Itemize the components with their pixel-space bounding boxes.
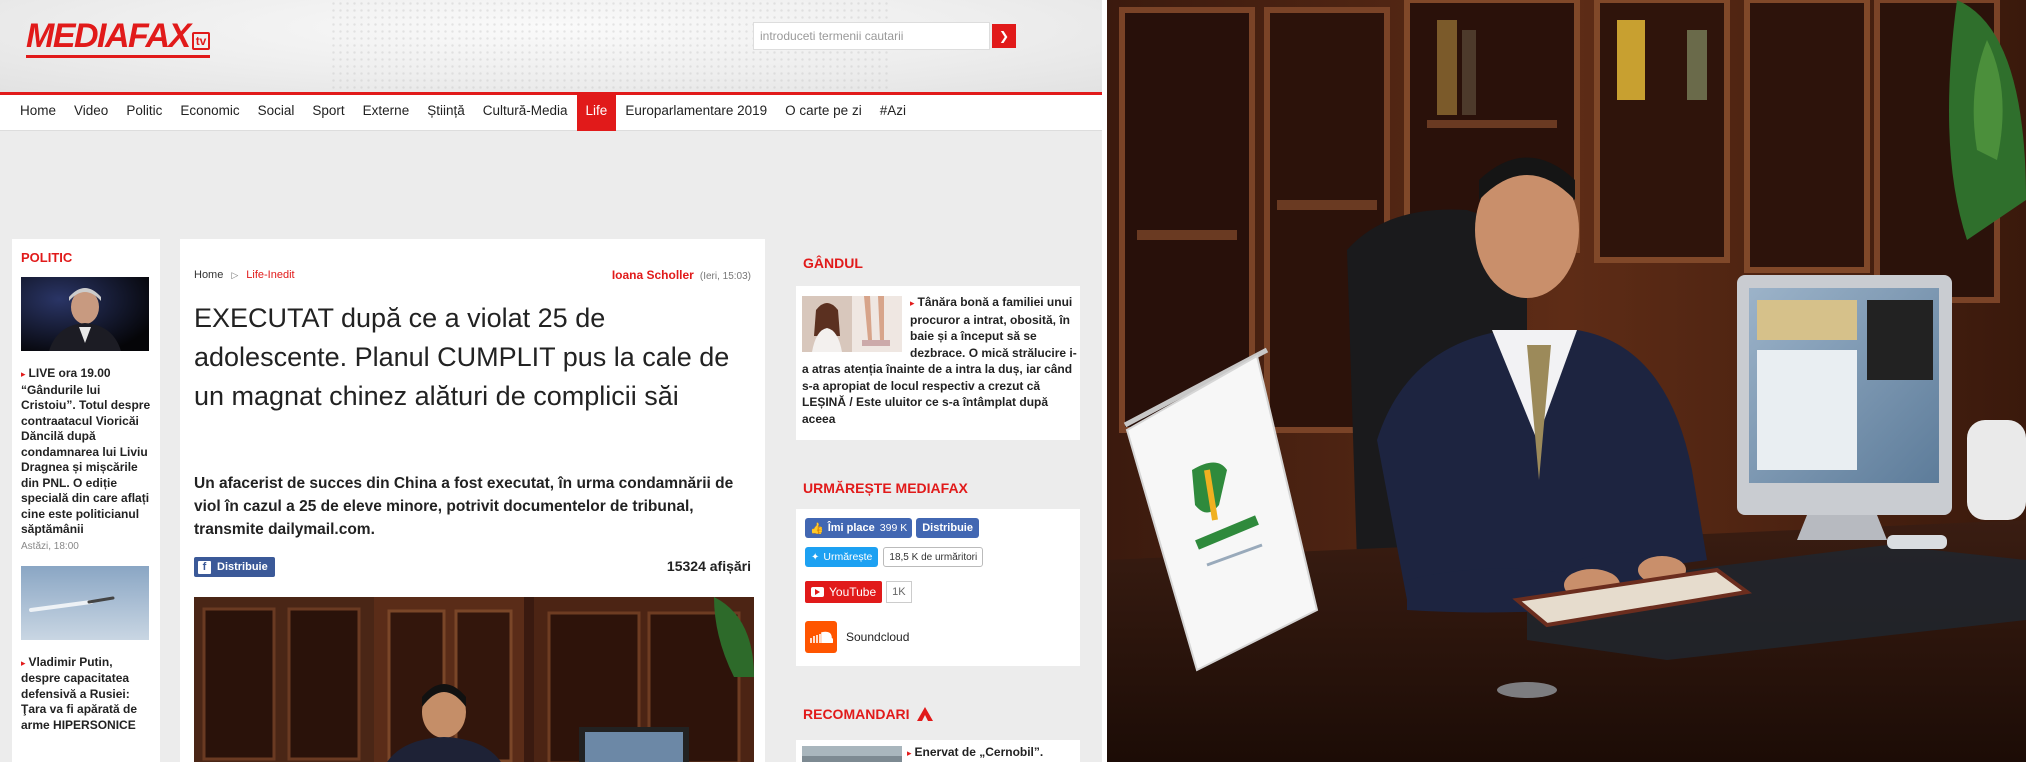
nav-item-home[interactable]: Home [11, 95, 65, 131]
follow-box: URMĂREȘTE MEDIAFAX 👍 Îmi place 399 K Dis… [788, 464, 1088, 672]
twitter-follower-count: 18,5 K de urmăritori [883, 547, 984, 567]
news-thumbnail-man[interactable] [21, 277, 149, 351]
facebook-like-button[interactable]: 👍 Îmi place 399 K [805, 518, 913, 538]
search-box: ❯ [753, 22, 1016, 50]
recomandari-box: RECOMANDARI ▸ Enervat de „Cernobil”. [788, 690, 1088, 762]
article-headline: EXECUTAT după ce a violat 25 de adolesce… [194, 303, 730, 411]
news-link-politic-1[interactable]: ▸ LIVE ora 19.00 “Gândurile lui Cristoiu”… [21, 366, 151, 538]
nav-item-sport[interactable]: Sport [303, 95, 353, 131]
coaster [1497, 682, 1557, 698]
news-link-recomandare[interactable]: ▸ Enervat de „Cernobil”. [907, 744, 1077, 761]
nav-item-o-carte-pe-zi[interactable]: O carte pe zi [776, 95, 871, 131]
nav-item-social[interactable]: Social [249, 95, 304, 131]
thumbs-up-icon: 👍 [810, 522, 824, 535]
breadcrumb: Home ▷ Life-Inedit [194, 269, 295, 281]
breadcrumb-home[interactable]: Home [194, 269, 223, 281]
facebook-share-button-sidebar[interactable]: Distribuie [916, 518, 979, 538]
speaker [1967, 420, 2026, 520]
facebook-share-button[interactable]: f Distribuie [194, 557, 275, 577]
chevron-right-icon: ❯ [998, 29, 1010, 43]
nav-item-economic[interactable]: Economic [171, 95, 248, 131]
soundcloud-label: Soundcloud [846, 630, 910, 644]
section-title-recomandari[interactable]: RECOMANDARI [788, 690, 1088, 735]
nav-item-europarlamentare[interactable]: Europarlamentare 2019 [616, 95, 776, 131]
site-header: MEDIAFAX tv ❯ [0, 0, 1105, 92]
article-byline: Ioana Scholler (Ieri, 15:03) [612, 268, 751, 282]
facebook-icon: f [198, 560, 211, 574]
search-input[interactable] [753, 22, 990, 50]
publish-time: (Ieri, 15:03) [699, 271, 751, 282]
office-photo [1107, 0, 2026, 762]
tv-badge: tv [191, 32, 211, 50]
nav-item-azi[interactable]: #Azi [871, 95, 915, 131]
section-title-gandul[interactable]: GÂNDUL [788, 239, 1088, 284]
twitter-follow-button[interactable]: ✦ Urmărește [805, 547, 879, 567]
youtube-subscribe-button[interactable]: YouTube [805, 581, 883, 603]
section-title-politic[interactable]: POLITIC [21, 250, 151, 265]
author-link[interactable]: Ioana Scholler [612, 268, 694, 282]
section-title-follow: URMĂREȘTE MEDIAFAX [803, 480, 968, 496]
soundcloud-link[interactable]: Soundcloud [805, 621, 909, 653]
news-link-politic-2[interactable]: ▸ Vladimir Putin, despre capacitatea defe… [21, 655, 151, 734]
computer-monitor [1737, 275, 1952, 540]
search-submit-button[interactable]: ❯ [992, 24, 1016, 48]
nav-item-politic[interactable]: Politic [117, 95, 171, 131]
news-thumbnail-missile[interactable] [21, 565, 149, 640]
nav-item-stiinta[interactable]: Știință [418, 95, 474, 131]
article-photo[interactable] [194, 597, 754, 762]
nav-item-cultura-media[interactable]: Cultură-Media [474, 95, 577, 131]
chevron-right-icon: ▷ [231, 269, 239, 280]
soundcloud-icon [805, 621, 837, 653]
mediafax-mark-icon [916, 707, 933, 721]
article-lead: Un afacerist de succes din China a fost … [194, 475, 734, 538]
twitter-bird-icon: ✦ [811, 551, 820, 563]
breadcrumb-category[interactable]: Life-Inedit [246, 269, 294, 281]
facebook-like-count: 399 K [879, 522, 908, 534]
news-link-gandul[interactable]: ▸ Tânăra bonă a familiei unui procuror a … [802, 294, 1077, 427]
bullet-arrow-icon: ▸ [910, 298, 915, 308]
main-nav: Home Video Politic Economic Social Sport… [0, 95, 1105, 131]
nav-item-externe[interactable]: Externe [354, 95, 419, 131]
youtube-subscriber-count: 1K [886, 581, 912, 603]
keyboard-mouse [1887, 535, 1947, 549]
youtube-play-icon [811, 587, 824, 597]
nav-item-life[interactable]: Life [576, 95, 617, 131]
site-logo[interactable]: MEDIAFAX tv [26, 18, 211, 58]
bullet-arrow-icon: ▸ [21, 657, 26, 668]
view-count: 15324 afișări [666, 558, 751, 574]
politic-sidebar: POLITIC ▸ LIVE ora 19.00 “Gândurile lui C… [12, 239, 160, 762]
website-screenshot: MEDIAFAX tv ❯ Home Video Politic Economi… [0, 0, 1105, 762]
nav-item-video[interactable]: Video [65, 95, 117, 131]
bullet-arrow-icon: ▸ [907, 748, 912, 758]
bullet-arrow-icon: ▸ [21, 369, 26, 379]
follow-card: 👍 Îmi place 399 K Distribuie ✦ Urmărește… [796, 509, 1080, 666]
news-thumbnail-recomandare[interactable] [802, 746, 902, 762]
news-date: Astăzi, 18:00 [21, 540, 79, 552]
gandul-box: GÂNDUL ▸ Tânăra bonă a familiei unui proc… [788, 239, 1088, 446]
right-sidebar: GÂNDUL ▸ Tânăra bonă a familiei unui proc… [788, 239, 1088, 762]
article: Home ▷ Life-Inedit Ioana Scholler (Ieri, … [180, 239, 765, 762]
gandul-card[interactable]: ▸ Tânăra bonă a familiei unui procuror a … [796, 286, 1080, 440]
